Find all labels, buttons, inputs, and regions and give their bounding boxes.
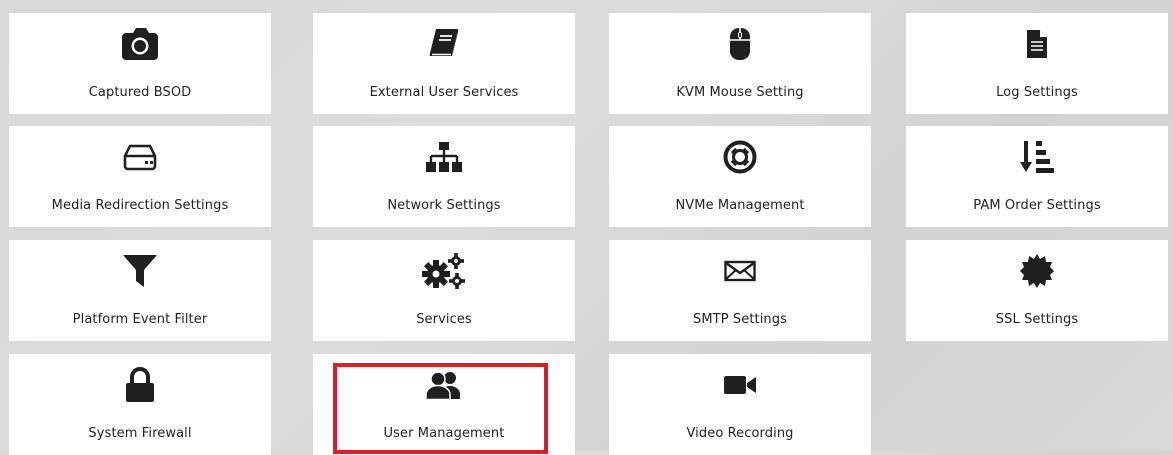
cogs-icon xyxy=(313,252,575,290)
tile-label: PAM Order Settings xyxy=(973,198,1101,213)
tile-label: Captured BSOD xyxy=(88,85,192,100)
tile-label: SMTP Settings xyxy=(692,312,787,327)
tile-video-recording[interactable]: Video Recording xyxy=(609,354,871,455)
tile-label: Log Settings xyxy=(996,85,1078,100)
tile-user-management[interactable]: User Management xyxy=(313,354,575,455)
tile-label: Video Recording xyxy=(686,426,794,441)
tile-label: NVMe Management xyxy=(675,198,805,213)
video-camera-icon xyxy=(609,366,871,404)
tile-captured-bsod[interactable]: Captured BSOD xyxy=(9,13,271,114)
tile-ssl-settings[interactable]: SSL Settings xyxy=(906,240,1168,341)
certificate-icon xyxy=(906,252,1168,290)
sort-amount-down-icon xyxy=(906,138,1168,176)
tile-label: External User Services xyxy=(369,85,519,100)
book-icon xyxy=(313,25,575,63)
users-icon xyxy=(313,366,575,404)
tile-network-settings[interactable]: Network Settings xyxy=(313,126,575,227)
tile-platform-event-filter[interactable]: Platform Event Filter xyxy=(9,240,271,341)
tile-label: KVM Mouse Setting xyxy=(676,85,804,100)
tile-smtp-settings[interactable]: SMTP Settings xyxy=(609,240,871,341)
tile-pam-order-settings[interactable]: PAM Order Settings xyxy=(906,126,1168,227)
tile-label: Media Redirection Settings xyxy=(51,198,229,213)
envelope-icon xyxy=(609,252,871,290)
tile-label: Platform Event Filter xyxy=(72,312,208,327)
sitemap-icon xyxy=(313,138,575,176)
camera-icon xyxy=(9,25,271,63)
lock-icon xyxy=(9,366,271,404)
file-text-icon xyxy=(906,25,1168,63)
mouse-icon xyxy=(609,25,871,63)
filter-icon xyxy=(9,252,271,290)
tile-services[interactable]: Services xyxy=(313,240,575,341)
hard-drive-icon xyxy=(9,138,271,176)
settings-grid: Captured BSOD External User Services KVM… xyxy=(0,0,1173,455)
tile-label: Services xyxy=(416,312,472,327)
tile-media-redirection-settings[interactable]: Media Redirection Settings xyxy=(9,126,271,227)
tile-log-settings[interactable]: Log Settings xyxy=(906,13,1168,114)
tile-label: SSL Settings xyxy=(995,312,1079,327)
life-ring-icon xyxy=(609,138,871,176)
tile-kvm-mouse-setting[interactable]: KVM Mouse Setting xyxy=(609,13,871,114)
tile-label: User Management xyxy=(383,426,505,441)
tile-nvme-management[interactable]: NVMe Management xyxy=(609,126,871,227)
tile-system-firewall[interactable]: System Firewall xyxy=(9,354,271,455)
tile-label: Network Settings xyxy=(387,198,501,213)
tile-external-user-services[interactable]: External User Services xyxy=(313,13,575,114)
tile-label: System Firewall xyxy=(88,426,192,441)
